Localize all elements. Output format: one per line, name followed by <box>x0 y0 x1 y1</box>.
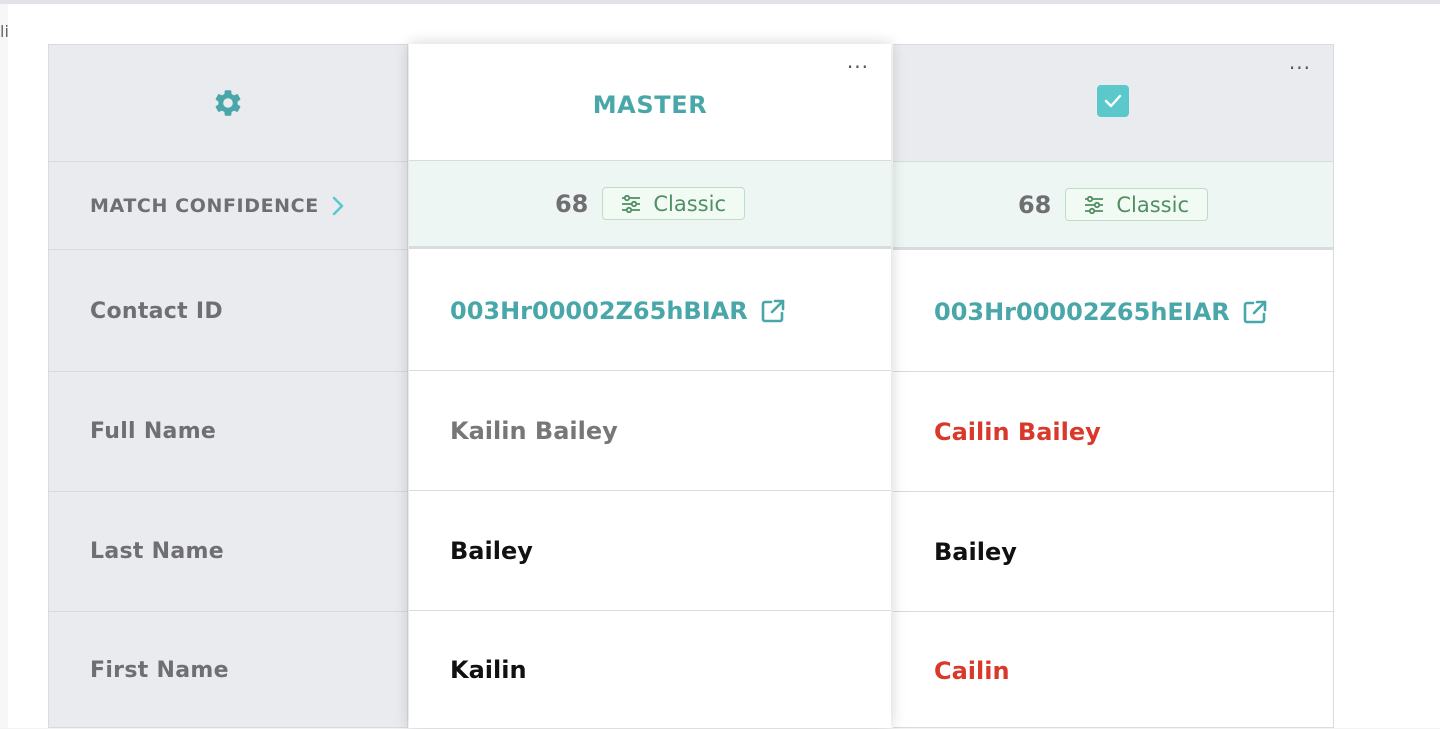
master-more-menu-icon[interactable]: ··· <box>847 57 869 77</box>
duplicate-header-cell: ··· <box>893 45 1333 162</box>
match-confidence-label: MATCH CONFIDENCE <box>90 194 319 217</box>
match-confidence-row-label[interactable]: MATCH CONFIDENCE <box>49 162 407 250</box>
first-name-label: First Name <box>90 658 229 683</box>
duplicate-mode-label: Classic <box>1116 192 1190 217</box>
duplicate-first-name: Cailin <box>934 656 1010 685</box>
master-mode-badge[interactable]: Classic <box>602 187 746 220</box>
external-link-icon[interactable] <box>1242 299 1268 325</box>
sliders-icon <box>622 194 641 213</box>
match-confidence-label-wrap: MATCH CONFIDENCE <box>49 195 345 217</box>
master-mode-label: Classic <box>653 191 727 216</box>
field-label-column: MATCH CONFIDENCE Contact ID Full Name La… <box>48 44 408 728</box>
last-name-label: Last Name <box>90 539 224 564</box>
master-last-name: Bailey <box>450 536 533 565</box>
chevron-right-icon[interactable] <box>331 195 345 217</box>
master-full-name: Kailin Bailey <box>450 416 618 445</box>
first-name-label-cell: First Name <box>49 612 407 729</box>
master-full-name-cell: Kailin Bailey <box>409 371 891 491</box>
master-contact-id-cell: 003Hr00002Z65hBIAR <box>409 251 891 371</box>
duplicate-contact-id-cell: 003Hr00002Z65hEIAR <box>893 252 1333 372</box>
duplicate-more-menu-icon[interactable]: ··· <box>1289 58 1311 78</box>
master-first-name-cell: Kailin <box>409 611 891 728</box>
full-name-label-cell: Full Name <box>49 372 407 492</box>
master-contact-id: 003Hr00002Z65hBIAR <box>450 296 748 325</box>
full-name-label: Full Name <box>90 419 217 444</box>
master-title: MASTER <box>592 91 708 119</box>
settings-header-cell <box>49 45 407 162</box>
duplicate-last-name-cell: Bailey <box>893 492 1333 612</box>
master-last-name-cell: Bailey <box>409 491 891 611</box>
master-record-column: MASTER ··· 68 Classic 003Hr00002Z65hBIAR <box>409 44 891 728</box>
master-score: 68 <box>554 189 589 218</box>
contact-id-label-cell: Contact ID <box>49 252 407 372</box>
external-link-icon[interactable] <box>760 298 786 324</box>
duplicate-score: 68 <box>1017 190 1052 219</box>
duplicate-record-column: ··· 68 Classic 003Hr00002Z65hEIAR Cailin… <box>893 44 1334 728</box>
contact-id-label: Contact ID <box>90 299 223 324</box>
duplicate-full-name: Cailin Bailey <box>934 417 1101 446</box>
sliders-icon <box>1085 195 1104 214</box>
record-comparison-grid: MATCH CONFIDENCE Contact ID Full Name La… <box>48 44 1334 728</box>
duplicate-contact-id: 003Hr00002Z65hEIAR <box>934 297 1230 326</box>
gear-icon[interactable] <box>212 87 244 119</box>
duplicate-last-name: Bailey <box>934 537 1017 566</box>
master-first-name: Kailin <box>450 655 527 684</box>
master-contact-id-link[interactable]: 003Hr00002Z65hBIAR <box>409 297 786 325</box>
checkbox-checked-icon[interactable] <box>1097 85 1129 117</box>
last-name-label-cell: Last Name <box>49 492 407 612</box>
duplicate-mode-badge[interactable]: Classic <box>1065 188 1209 221</box>
duplicate-full-name-cell: Cailin Bailey <box>893 372 1333 492</box>
duplicate-first-name-cell: Cailin <box>893 612 1333 729</box>
master-header-cell: MASTER ··· <box>409 44 891 161</box>
master-confidence-cell: 68 Classic <box>409 161 891 249</box>
duplicate-confidence-cell: 68 Classic <box>893 162 1333 250</box>
duplicate-contact-id-link[interactable]: 003Hr00002Z65hEIAR <box>893 298 1268 326</box>
